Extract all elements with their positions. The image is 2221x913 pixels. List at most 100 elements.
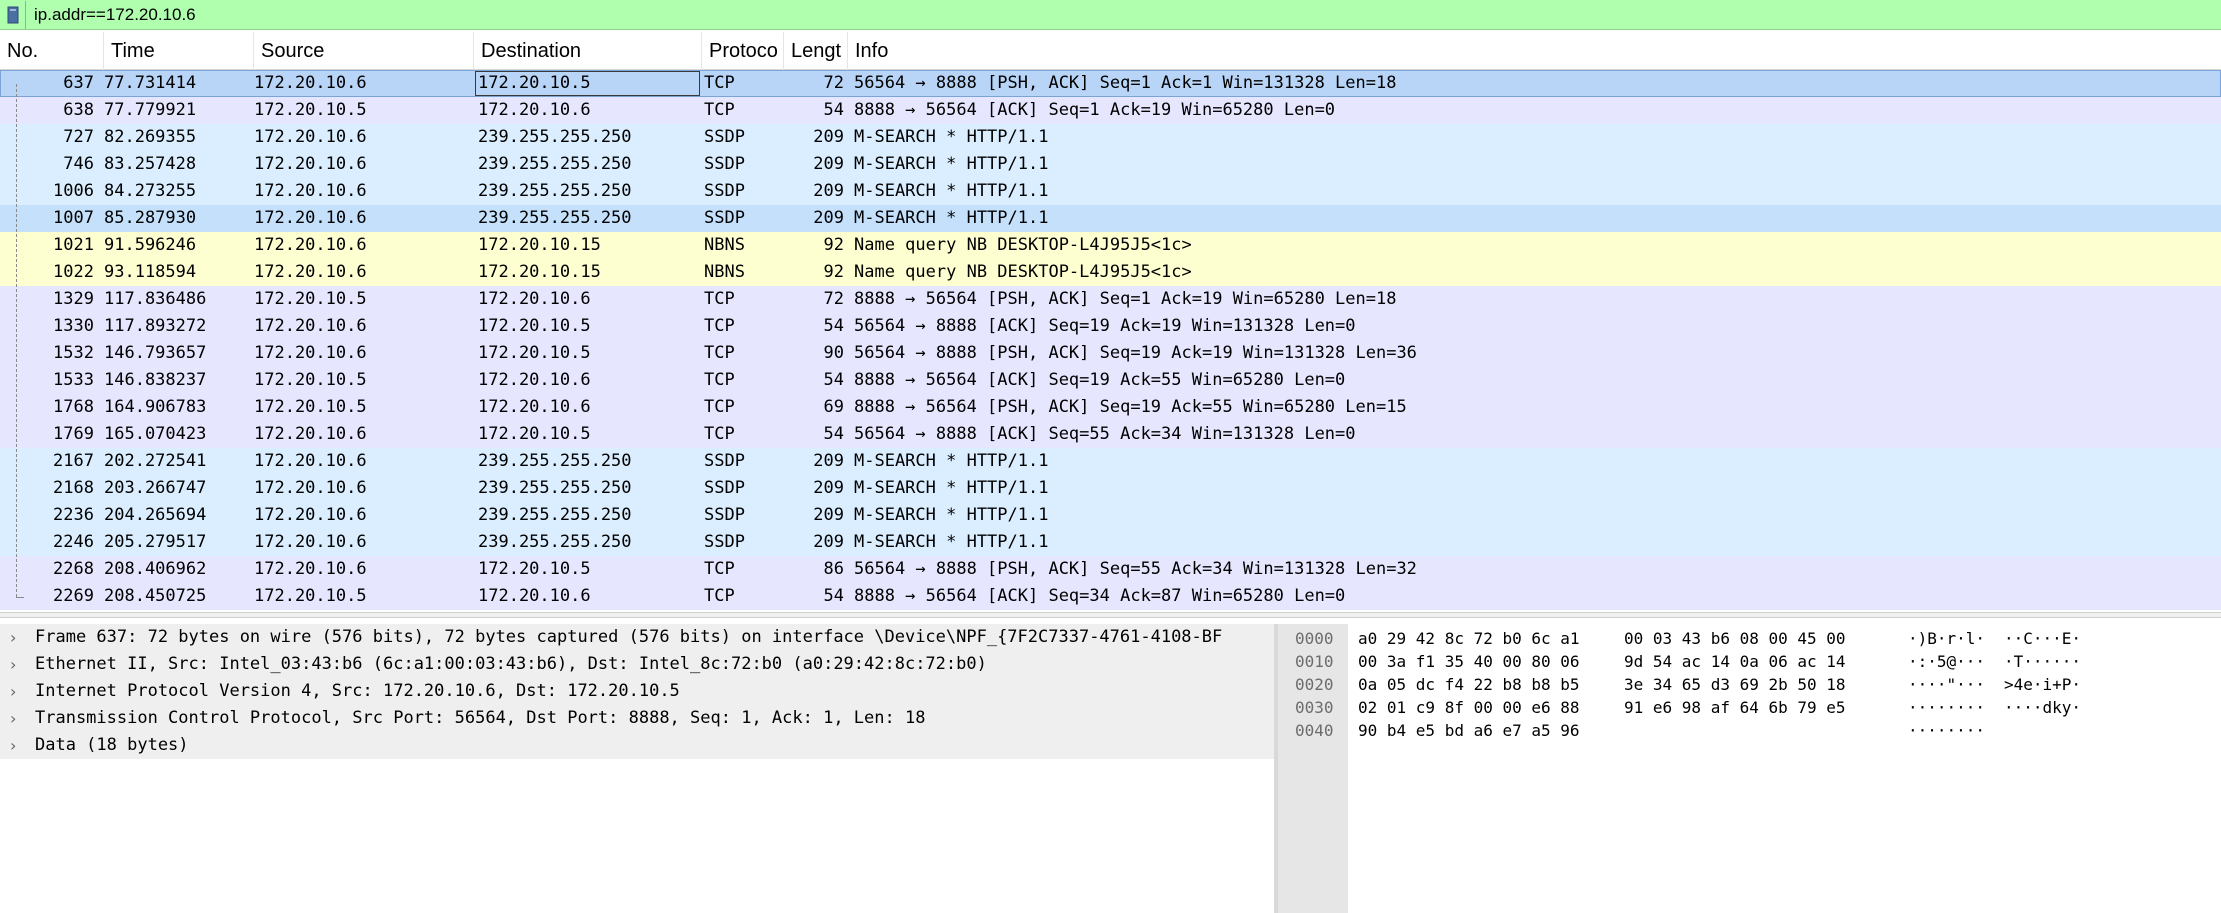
detail-tree-item[interactable]: › Frame 637: 72 bytes on wire (576 bits),… xyxy=(0,624,1274,651)
pane-splitter-horizontal[interactable] xyxy=(0,612,2221,618)
display-filter-input[interactable]: ip.addr==172.20.10.6 xyxy=(34,5,196,25)
packet-row[interactable]: 1769 165.070423 172.20.10.6 172.20.10.5 TCP 5… xyxy=(0,421,2221,448)
packet-bytes-pane[interactable]: 0000 a0 29 42 8c 72 b0 6c a1 00 03 43 b6 0… xyxy=(1278,624,2221,913)
column-header-time[interactable]: Time xyxy=(104,32,254,70)
chevron-right-icon[interactable]: › xyxy=(10,732,24,759)
cell-protocol: TCP xyxy=(704,559,735,579)
cell-time: 117.836486 xyxy=(104,289,207,309)
cell-length: 209 xyxy=(813,181,844,201)
hex-bytes-group1: 90 b4 e5 bd a6 e7 a5 96 xyxy=(1358,721,1580,740)
hex-bytes-group1: 00 3a f1 35 40 00 80 06 xyxy=(1358,652,1580,671)
cell-info: 56564 → 8888 [PSH, ACK] Seq=55 Ack=34 Wi… xyxy=(854,559,1417,579)
cell-time: 205.279517 xyxy=(104,532,207,552)
chevron-right-icon[interactable]: › xyxy=(10,624,24,651)
detail-tree-item[interactable]: › Transmission Control Protocol, Src Port… xyxy=(0,705,1274,732)
ascii-bytes-group2: ·T······ xyxy=(2004,652,2082,671)
detail-tree-item[interactable]: › Ethernet II, Src: Intel_03:43:b6 (6c:a1… xyxy=(0,651,1274,678)
chevron-right-icon[interactable]: › xyxy=(10,705,24,732)
cell-protocol: SSDP xyxy=(704,532,745,552)
hex-dump-row[interactable]: 0000 a0 29 42 8c 72 b0 6c a1 00 03 43 b6 0… xyxy=(1278,627,2221,650)
packet-row[interactable]: 2246 205.279517 172.20.10.6 239.255.255.250… xyxy=(0,529,2221,556)
cell-destination: 172.20.10.6 xyxy=(478,289,591,309)
cell-protocol: TCP xyxy=(704,73,735,93)
packet-row[interactable]: 1768 164.906783 172.20.10.5 172.20.10.6 TCP 6… xyxy=(0,394,2221,421)
cell-time: 117.893272 xyxy=(104,316,207,336)
cell-info: 56564 → 8888 [ACK] Seq=19 Ack=19 Win=131… xyxy=(854,316,1356,336)
hex-dump-row[interactable]: 0040 90 b4 e5 bd a6 e7 a5 96 ········ xyxy=(1278,719,2221,742)
detail-tree-item-label: Transmission Control Protocol, Src Port:… xyxy=(35,708,926,728)
packet-row[interactable]: 727 82.269355 172.20.10.6 239.255.255.250 SS… xyxy=(0,124,2221,151)
cell-time: 146.793657 xyxy=(104,343,207,363)
cell-length: 72 xyxy=(823,73,844,93)
cell-source: 172.20.10.5 xyxy=(254,100,367,120)
packet-row[interactable]: 1022 93.118594 172.20.10.6 172.20.10.15 NBNS… xyxy=(0,259,2221,286)
column-header-source[interactable]: Source xyxy=(254,32,474,70)
packet-list-pane[interactable]: No. Time Source Destination Protoco Leng… xyxy=(0,32,2221,612)
ascii-bytes-group2: ····dky· xyxy=(2004,698,2082,717)
cell-destination: 172.20.10.5 xyxy=(478,73,591,93)
cell-length: 90 xyxy=(823,343,844,363)
display-filter-bar[interactable]: ip.addr==172.20.10.6 xyxy=(0,0,2221,30)
cell-protocol: TCP xyxy=(704,397,735,417)
chevron-right-icon[interactable]: › xyxy=(10,651,24,678)
chevron-right-icon[interactable]: › xyxy=(10,678,24,705)
packet-row[interactable]: 746 83.257428 172.20.10.6 239.255.255.250 SS… xyxy=(0,151,2221,178)
column-header-info[interactable]: Info xyxy=(848,32,2221,70)
column-header-protocol[interactable]: Protoco xyxy=(702,32,784,70)
packet-row[interactable]: 2167 202.272541 172.20.10.6 239.255.255.250… xyxy=(0,448,2221,475)
hex-dump-row[interactable]: 0030 02 01 c9 8f 00 00 e6 88 91 e6 98 af 6… xyxy=(1278,696,2221,719)
cell-length: 209 xyxy=(813,451,844,471)
cell-time: 203.266747 xyxy=(104,478,207,498)
cell-destination: 172.20.10.5 xyxy=(478,559,591,579)
hex-offset: 0000 xyxy=(1295,629,1334,648)
packet-row[interactable]: 1329 117.836486 172.20.10.5 172.20.10.6 TCP 7… xyxy=(0,286,2221,313)
hex-bytes-group2: 00 03 43 b6 08 00 45 00 xyxy=(1624,629,1846,648)
cell-protocol: SSDP xyxy=(704,181,745,201)
packet-row[interactable]: 1533 146.838237 172.20.10.5 172.20.10.6 TCP 5… xyxy=(0,367,2221,394)
column-header-length[interactable]: Lengt xyxy=(784,32,848,70)
cell-destination: 172.20.10.15 xyxy=(478,235,601,255)
cell-source: 172.20.10.5 xyxy=(254,289,367,309)
cell-source: 172.20.10.6 xyxy=(254,451,367,471)
cell-length: 54 xyxy=(823,370,844,390)
packet-row-selected[interactable]: 637 77.731414 172.20.10.6 172.20.10.5 TCP 72 5… xyxy=(0,70,2221,97)
packet-row[interactable]: 2269 208.450725 172.20.10.5 172.20.10.6 TCP 5… xyxy=(0,583,2221,610)
hex-dump-row[interactable]: 0010 00 3a f1 35 40 00 80 06 9d 54 ac 14 0… xyxy=(1278,650,2221,673)
cell-info: Name query NB DESKTOP-L4J95J5<1c> xyxy=(854,235,1192,255)
bookmark-icon[interactable] xyxy=(0,0,26,29)
cell-source: 172.20.10.6 xyxy=(254,262,367,282)
detail-tree-item[interactable]: › Internet Protocol Version 4, Src: 172.2… xyxy=(0,678,1274,705)
cell-no: 1533 xyxy=(53,370,94,390)
ascii-bytes-group1: ········ xyxy=(1908,721,1986,740)
packet-details-pane[interactable]: › Frame 637: 72 bytes on wire (576 bits),… xyxy=(0,624,1274,913)
packet-row[interactable]: 638 77.779921 172.20.10.5 172.20.10.6 TCP 54 8… xyxy=(0,97,2221,124)
cell-destination: 239.255.255.250 xyxy=(478,181,632,201)
hex-bytes-group1: 02 01 c9 8f 00 00 e6 88 xyxy=(1358,698,1580,717)
cell-time: 208.406962 xyxy=(104,559,207,579)
packet-row[interactable]: 1532 146.793657 172.20.10.6 172.20.10.5 TCP 9… xyxy=(0,340,2221,367)
packet-list-header: No. Time Source Destination Protoco Leng… xyxy=(0,32,2221,70)
detail-tree-item[interactable]: › Data (18 bytes) xyxy=(0,732,1274,759)
related-packets-line-end xyxy=(16,597,24,598)
cell-length: 54 xyxy=(823,316,844,336)
cell-no: 638 xyxy=(63,100,94,120)
hex-dump-row[interactable]: 0020 0a 05 dc f4 22 b8 b8 b5 3e 34 65 d3 6… xyxy=(1278,673,2221,696)
cell-info: 56564 → 8888 [ACK] Seq=55 Ack=34 Win=131… xyxy=(854,424,1356,444)
cell-length: 209 xyxy=(813,154,844,174)
cell-info: 8888 → 56564 [ACK] Seq=34 Ack=87 Win=652… xyxy=(854,586,1346,606)
packet-row[interactable]: 1007 85.287930 172.20.10.6 239.255.255.250 S… xyxy=(0,205,2221,232)
packet-row[interactable]: 2168 203.266747 172.20.10.6 239.255.255.250… xyxy=(0,475,2221,502)
cell-protocol: TCP xyxy=(704,100,735,120)
cell-destination: 239.255.255.250 xyxy=(478,208,632,228)
packet-row[interactable]: 2268 208.406962 172.20.10.6 172.20.10.5 TCP 8… xyxy=(0,556,2221,583)
packet-row[interactable]: 1021 91.596246 172.20.10.6 172.20.10.15 NBNS… xyxy=(0,232,2221,259)
column-header-no[interactable]: No. xyxy=(0,32,104,70)
packet-row[interactable]: 1330 117.893272 172.20.10.6 172.20.10.5 TCP 5… xyxy=(0,313,2221,340)
column-header-destination[interactable]: Destination xyxy=(474,32,702,70)
cell-protocol: TCP xyxy=(704,370,735,390)
packet-row[interactable]: 1006 84.273255 172.20.10.6 239.255.255.250 S… xyxy=(0,178,2221,205)
packet-row[interactable]: 2236 204.265694 172.20.10.6 239.255.255.250… xyxy=(0,502,2221,529)
cell-protocol: SSDP xyxy=(704,478,745,498)
cell-protocol: SSDP xyxy=(704,505,745,525)
cell-no: 2246 xyxy=(53,532,94,552)
